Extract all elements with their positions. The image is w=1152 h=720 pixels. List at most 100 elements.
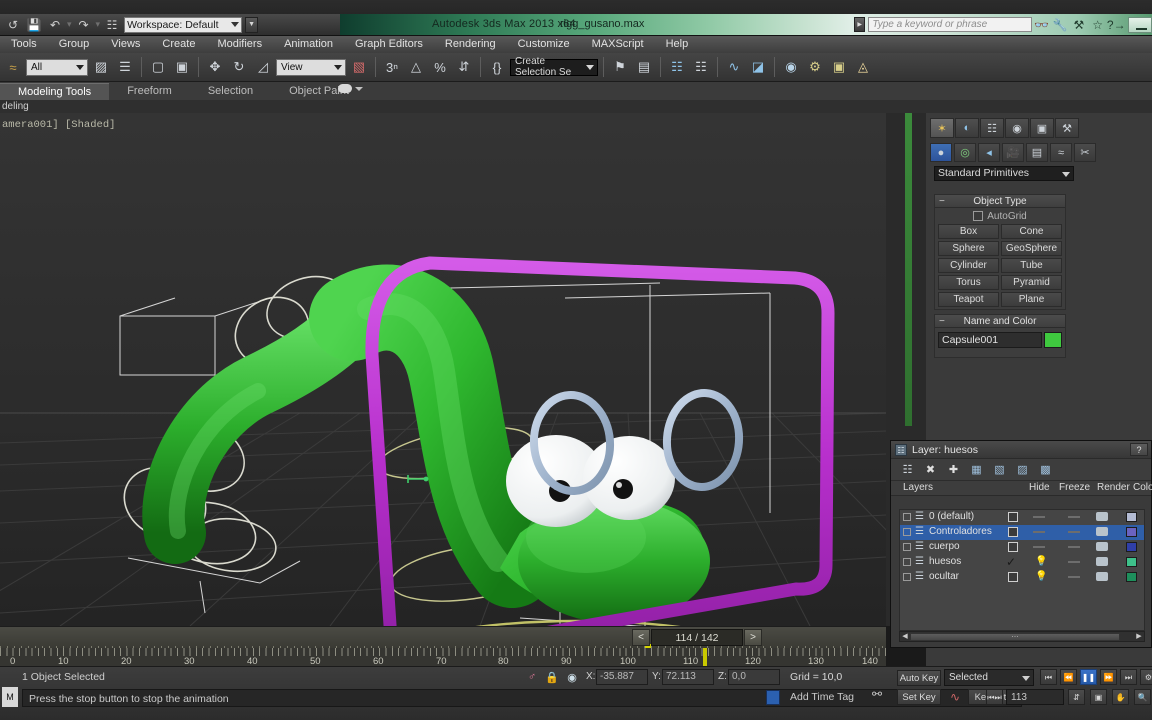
time-configuration-icon[interactable]: ⚙ xyxy=(1140,669,1152,685)
percent-snap-icon[interactable]: % xyxy=(429,55,451,79)
menu-item-group[interactable]: Group xyxy=(48,36,101,53)
menu-item-customize[interactable]: Customize xyxy=(507,36,581,53)
menu-item-tools[interactable]: Tools xyxy=(0,36,48,53)
named-selection-set-combo[interactable]: Create Selection Se xyxy=(510,56,598,78)
layer-color-swatch[interactable] xyxy=(1126,572,1137,582)
systems-icon[interactable]: ✂ xyxy=(1074,143,1096,162)
material-editor-icon[interactable]: ◉ xyxy=(780,55,802,79)
search-dropdown-icon[interactable]: ▶ xyxy=(854,17,866,32)
select-rotate-icon[interactable]: ↻ xyxy=(228,55,250,79)
expand-icon[interactable] xyxy=(903,528,911,536)
object-color-swatch[interactable] xyxy=(1044,332,1062,348)
scroll-thumb[interactable]: ⋯ xyxy=(910,633,1120,641)
auto-key-button[interactable]: Auto Key xyxy=(897,670,941,686)
undo-icon[interactable]: ↶ xyxy=(46,16,64,34)
expand-icon[interactable] xyxy=(903,558,911,566)
add-time-tag-icon[interactable] xyxy=(766,690,780,705)
rectangular-region-icon[interactable]: ▢ xyxy=(147,55,169,79)
select-scale-icon[interactable]: ◿ xyxy=(252,55,274,79)
name-and-color-header[interactable]: − Name and Color xyxy=(935,315,1065,328)
plane-button[interactable]: Plane xyxy=(1001,292,1062,307)
minimize-button[interactable] xyxy=(1127,16,1152,33)
help-icon[interactable]: ?→ xyxy=(1107,16,1126,34)
hierarchy-tab[interactable]: ☷ xyxy=(980,118,1004,138)
selection-filter-combo[interactable]: All xyxy=(26,58,88,76)
motion-tab[interactable]: ◉ xyxy=(1005,118,1029,138)
hide-selection-icon[interactable]: ▩ xyxy=(1038,462,1053,477)
previous-frame-button[interactable]: < xyxy=(632,629,650,646)
layer-manager-dialog[interactable]: ☷ Layer: huesos ? ☷ ✖ ✚ ▦ ▧ ▨ ▩ Layers H… xyxy=(890,440,1152,648)
teapot-button[interactable]: Teapot xyxy=(938,292,999,307)
render-icon[interactable] xyxy=(1096,527,1108,536)
frame-counter[interactable]: 114 / 142 xyxy=(651,629,743,646)
new-icon[interactable]: ↺ xyxy=(4,16,22,34)
render-icon[interactable] xyxy=(1096,557,1108,566)
hide-checkbox[interactable] xyxy=(1008,512,1018,522)
ribbon-tab-object-paint[interactable]: Object Paint xyxy=(271,83,367,100)
key-curve-icon[interactable]: ∿ xyxy=(944,689,966,705)
add-selection-icon[interactable]: ▨ xyxy=(1015,462,1030,477)
ribbon-pill-icon[interactable] xyxy=(338,84,352,93)
set-key-button[interactable]: Set Key xyxy=(897,689,941,705)
pyramid-button[interactable]: Pyramid xyxy=(1001,275,1062,290)
y-field[interactable]: 72.113 xyxy=(662,669,714,685)
table-row[interactable]: ☰ ocultar 💡 xyxy=(900,570,1144,585)
selection-lock-icon[interactable]: 🔒 xyxy=(544,669,560,685)
workspace-combo[interactable]: Workspace: Default xyxy=(124,16,243,33)
absolute-mode-icon[interactable]: ◉ xyxy=(564,669,580,685)
utilities-tab[interactable]: ⚒ xyxy=(1055,118,1079,138)
reference-coord-combo[interactable]: View xyxy=(276,58,346,76)
expand-icon[interactable] xyxy=(903,573,911,581)
maxscript-mini-listener-icon[interactable]: M xyxy=(2,687,18,707)
layer-color-swatch[interactable] xyxy=(1126,527,1137,537)
render-dash-icon[interactable] xyxy=(1068,531,1080,533)
key-mode-combo[interactable]: Selected xyxy=(944,669,1034,686)
project-folder-icon[interactable]: ☷ xyxy=(103,16,121,34)
help-icon[interactable]: ? xyxy=(1130,443,1148,456)
spinner-snap-icon[interactable]: ⇵ xyxy=(453,55,475,79)
new-layer-icon[interactable]: ☷ xyxy=(900,462,915,477)
helpers-icon[interactable]: ▤ xyxy=(1026,143,1048,162)
autogrid-checkbox[interactable] xyxy=(973,211,984,221)
menu-item-help[interactable]: Help xyxy=(655,36,700,53)
layer-color-swatch[interactable] xyxy=(1126,542,1137,552)
scroll-left-icon[interactable]: ◀ xyxy=(900,632,910,641)
menu-item-graph-editors[interactable]: Graph Editors xyxy=(344,36,434,53)
use-pivot-center-icon[interactable]: ▧ xyxy=(348,55,370,79)
add-time-tag-label[interactable]: Add Time Tag xyxy=(790,691,854,703)
sphere-button[interactable]: Sphere xyxy=(938,241,999,256)
render-production-icon[interactable]: ◬ xyxy=(852,55,874,79)
curve-editor-icon[interactable]: ∿ xyxy=(723,55,745,79)
viewport[interactable]: amera001] [Shaded] xyxy=(0,113,886,626)
menu-item-create[interactable]: Create xyxy=(151,36,206,53)
edit-named-sets-icon[interactable]: {} xyxy=(486,55,508,79)
layer-list[interactable]: ☰ 0 (default) ☰ Controladores ☰ cuerpo ☰… xyxy=(899,509,1145,631)
angle-snap-icon[interactable]: △ xyxy=(405,55,427,79)
key-mode-icon[interactable]: ⚯ xyxy=(872,687,882,701)
hide-checkbox[interactable] xyxy=(1008,542,1018,552)
z-field[interactable]: 0,0 xyxy=(728,669,780,685)
create-tab[interactable]: ✶ xyxy=(930,118,954,138)
menu-item-views[interactable]: Views xyxy=(100,36,151,53)
freeze-bulb-icon[interactable]: 💡 xyxy=(1035,571,1047,582)
collapse-icon[interactable]: − xyxy=(939,195,945,208)
search-input[interactable]: Type a keyword or phrase xyxy=(868,17,1033,32)
track-bar[interactable]: < 114 / 142 > xyxy=(0,626,886,649)
category-combo[interactable]: Standard Primitives xyxy=(934,166,1074,181)
ribbon-tab-selection[interactable]: Selection xyxy=(190,83,271,100)
undo-view-icon[interactable]: ≈ xyxy=(2,55,24,79)
hide-checkbox[interactable] xyxy=(1008,572,1018,582)
box-button[interactable]: Box xyxy=(938,224,999,239)
next-frame-icon[interactable]: ⏩ xyxy=(1100,669,1117,685)
hide-checkbox[interactable] xyxy=(1008,527,1018,537)
add-layer-icon[interactable]: ✚ xyxy=(946,462,961,477)
current-frame-field[interactable]: 113 xyxy=(1006,689,1064,705)
tube-button[interactable]: Tube xyxy=(1001,258,1062,273)
redo-dropdown-icon[interactable]: ▾ xyxy=(96,19,101,30)
snap-toggle-icon[interactable]: 3ⁿ xyxy=(381,55,403,79)
layer-list-hscrollbar[interactable]: ◀ ⋯ ▶ xyxy=(899,631,1145,642)
freeze-dash-icon[interactable] xyxy=(1033,546,1045,548)
freeze-bulb-icon[interactable]: 💡 xyxy=(1035,556,1047,567)
expand-icon[interactable] xyxy=(903,543,911,551)
redo-icon[interactable]: ↷ xyxy=(75,16,93,34)
